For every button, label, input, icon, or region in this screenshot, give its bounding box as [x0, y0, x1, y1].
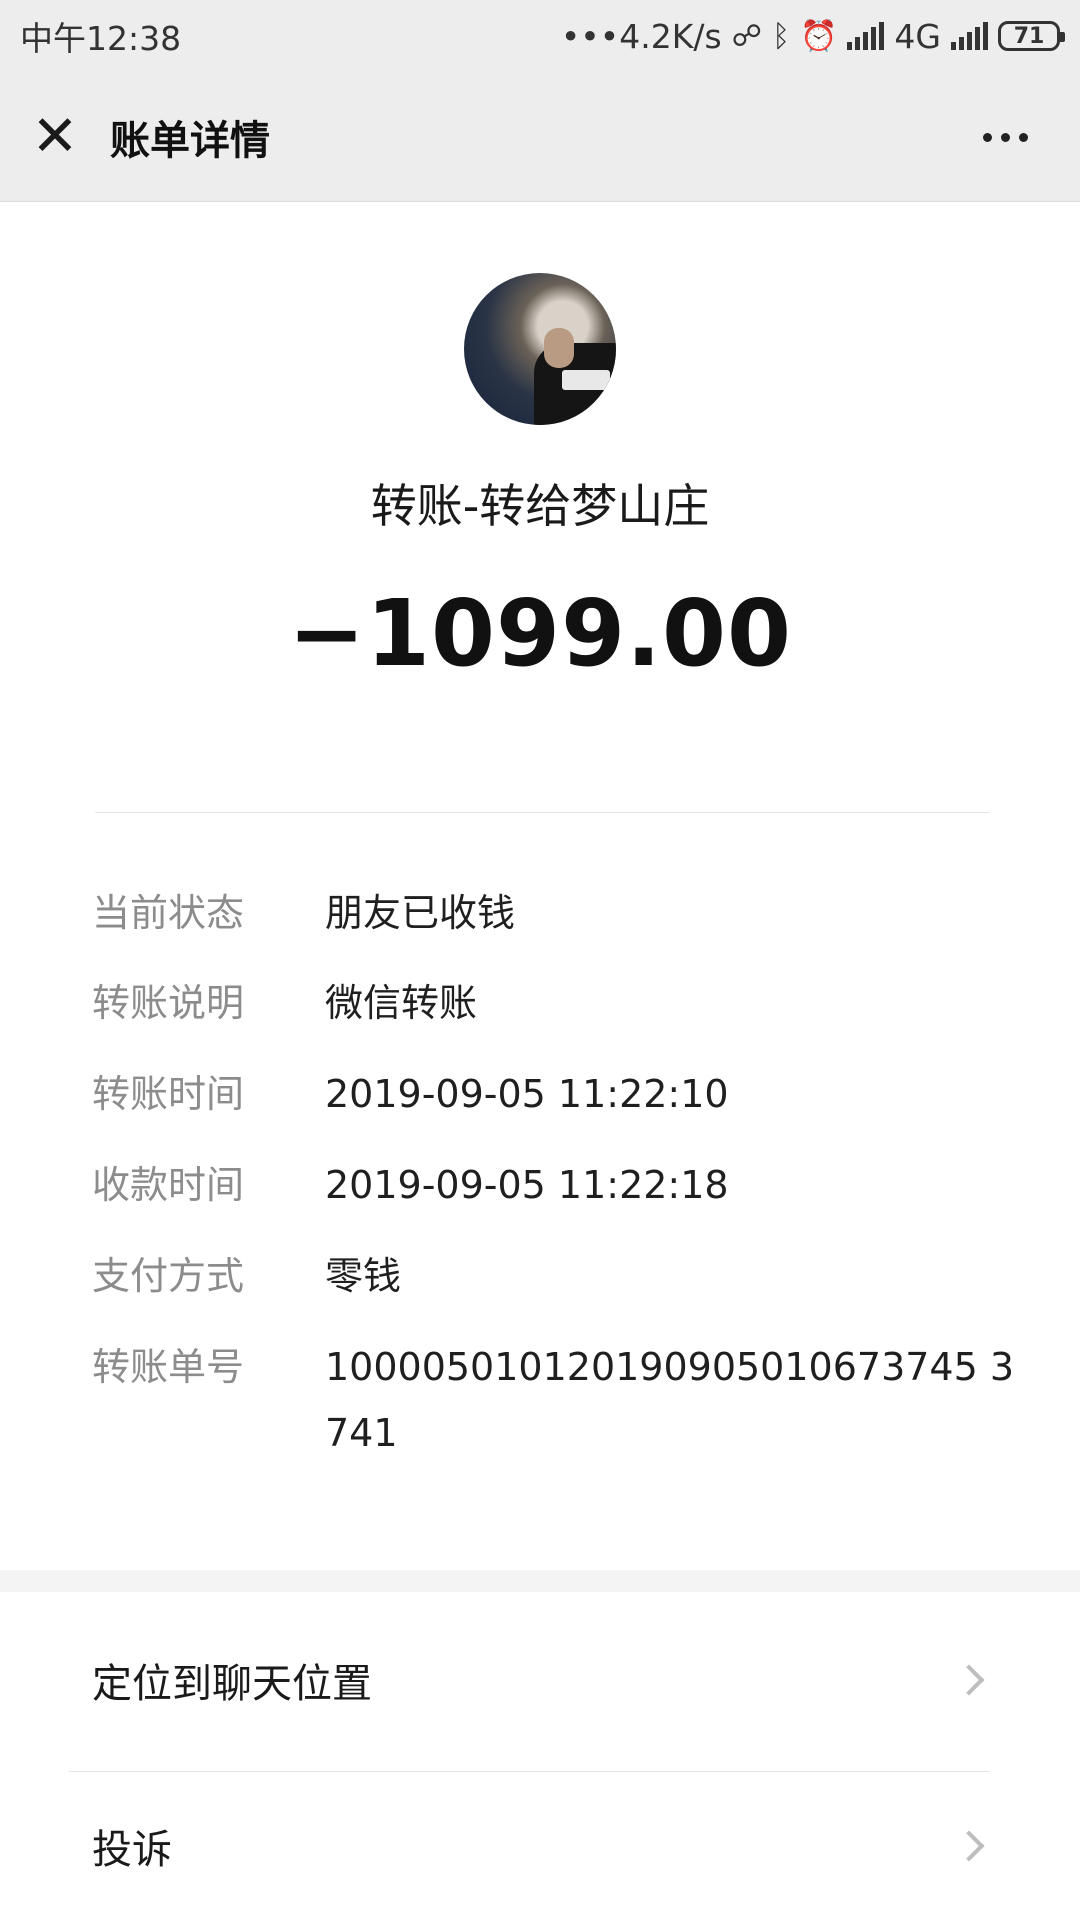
- more-icon: [982, 132, 992, 142]
- close-icon: ✕: [31, 104, 79, 169]
- signal-icon: [847, 22, 885, 50]
- avatar-logo-patch: [562, 370, 610, 390]
- menu-label: 定位到聊天位置: [92, 1660, 372, 1707]
- menu-label: 投诉: [92, 1827, 172, 1873]
- alarm-icon: ⏰: [800, 18, 838, 54]
- more-button[interactable]: [970, 112, 1040, 162]
- close-button[interactable]: ✕: [0, 72, 110, 202]
- detail-value: 零钱: [325, 1254, 402, 1298]
- detail-label: 当前状态: [92, 891, 245, 935]
- signal-icon: [951, 22, 988, 50]
- section-gap: [0, 1570, 1080, 1592]
- detail-value: 朋友已收钱: [325, 891, 516, 935]
- locate-chat-button[interactable]: 定位到聊天位置: [0, 1592, 1080, 1767]
- avatar: [464, 273, 616, 425]
- status-icons: •••4.2K/s ☍ ᛒ ⏰ 4G 71: [560, 16, 1065, 56]
- status-time: 中午12:38: [20, 19, 182, 58]
- bluetooth-icon: ᛒ: [772, 18, 791, 54]
- detail-value: 微信转账: [325, 981, 478, 1025]
- nav-bar: ✕ 账单详情: [0, 72, 1080, 202]
- network-type: 4G: [894, 16, 941, 56]
- detail-label: 收款时间: [92, 1163, 245, 1207]
- detail-label: 转账时间: [92, 1072, 245, 1116]
- network-speed: •••4.2K/s: [560, 16, 722, 56]
- link-icon: ☍: [731, 18, 763, 54]
- detail-value: 2019-09-05 11:22:10: [325, 1072, 729, 1116]
- divider: [95, 812, 990, 813]
- complaint-button[interactable]: 投诉: [0, 1772, 1080, 1920]
- status-bar: 中午12:38 •••4.2K/s ☍ ᛒ ⏰ 4G 71: [0, 0, 1080, 72]
- detail-value: 100005010120190905010673745 3741: [325, 1345, 1015, 1455]
- battery-icon: 71: [998, 21, 1065, 51]
- detail-label: 支付方式: [92, 1254, 245, 1298]
- more-icon-dot: [1018, 132, 1028, 142]
- more-icon-dot: [1000, 132, 1010, 142]
- page-title: 账单详情: [110, 117, 270, 164]
- transaction-title: 转账-转给梦山庄: [370, 479, 710, 533]
- chevron-right-icon: [953, 1830, 985, 1862]
- detail-value: 2019-09-05 11:22:18: [325, 1163, 729, 1207]
- detail-label: 转账说明: [92, 981, 245, 1025]
- detail-label: 转账单号: [92, 1345, 245, 1389]
- avatar-hand: [544, 328, 574, 368]
- chevron-right-icon: [953, 1663, 985, 1696]
- transaction-amount: −1099.00: [287, 580, 793, 687]
